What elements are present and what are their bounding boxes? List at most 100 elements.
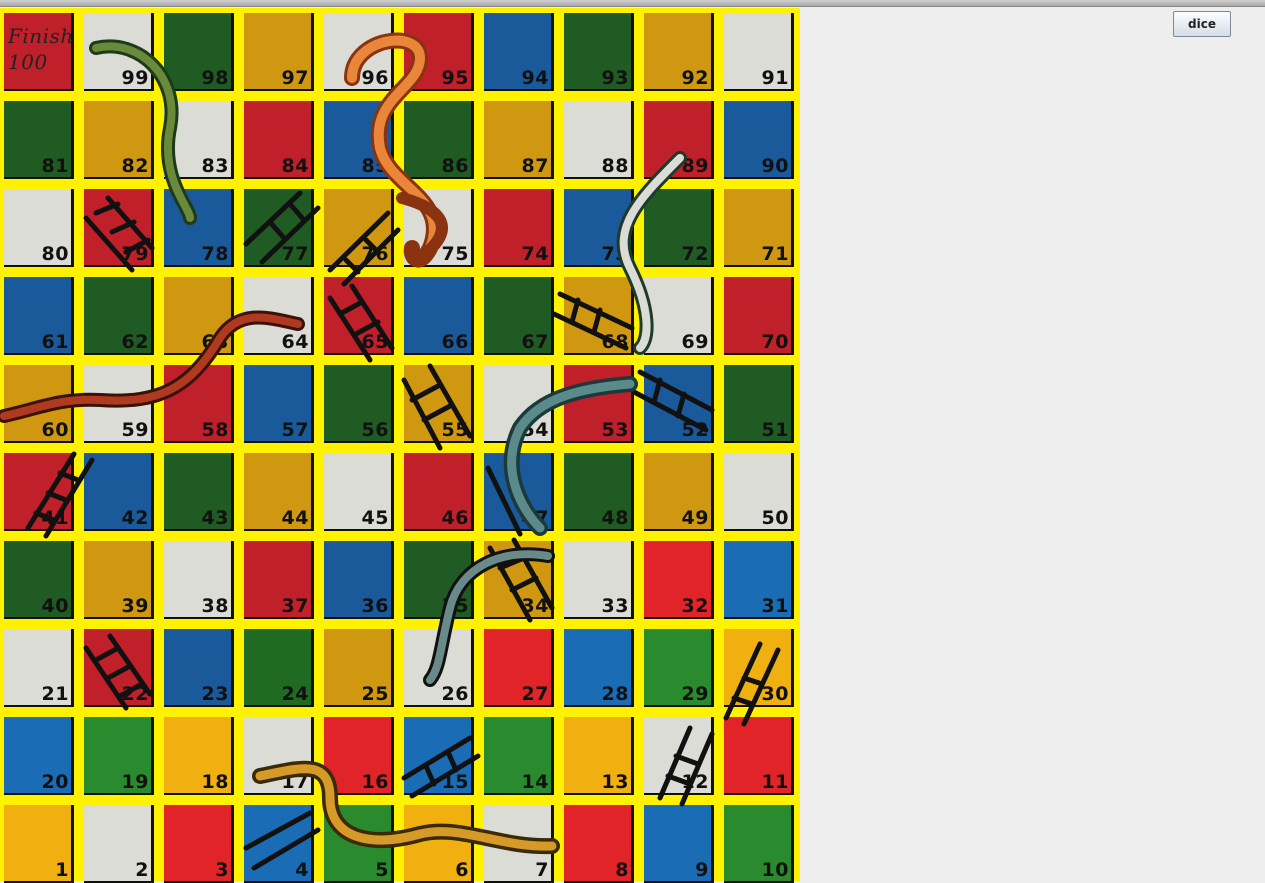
square-number: 23 [201,683,229,705]
square-number: 82 [121,155,149,177]
board-square-12: 12 [644,717,714,795]
board-square-72: 72 [644,189,714,267]
square-number: 63 [201,331,229,353]
square-number: 24 [281,683,309,705]
board-square-42: 42 [84,453,154,531]
board-square-68: 68 [564,277,634,355]
board-square-60: 60 [4,365,74,443]
board-square-26: 26 [404,629,474,707]
square-number: 78 [201,243,229,265]
board-square-20: 20 [4,717,74,795]
square-number: 58 [201,419,229,441]
board-square-95: 95 [404,13,474,91]
square-number: 35 [441,595,469,617]
board-square-4: 4 [244,805,314,883]
board-square-9: 9 [644,805,714,883]
square-number: 43 [201,507,229,529]
square-number: 87 [521,155,549,177]
board-square-44: 44 [244,453,314,531]
board-square-15: 15 [404,717,474,795]
square-number: 14 [521,771,549,793]
board-square-34: 34 [484,541,554,619]
board-square-69: 69 [644,277,714,355]
square-number: 6 [455,859,469,881]
square-number: 80 [41,243,69,265]
square-number: 59 [121,419,149,441]
square-number: 44 [281,507,309,529]
board-square-10: 10 [724,805,794,883]
square-number: 95 [441,67,469,89]
square-number: 66 [441,331,469,353]
square-number: 32 [681,595,709,617]
board-square-90: 90 [724,101,794,179]
board-square-31: 31 [724,541,794,619]
square-number: 4 [295,859,309,881]
board-square-91: 91 [724,13,794,91]
square-number: 7 [535,859,549,881]
square-number: 97 [281,67,309,89]
board-square-37: 37 [244,541,314,619]
board-square-50: 50 [724,453,794,531]
board-square-71: 71 [724,189,794,267]
board-square-93: 93 [564,13,634,91]
square-number: 38 [201,595,229,617]
square-number: 89 [681,155,709,177]
board-square-1: 1 [4,805,74,883]
square-number: 45 [361,507,389,529]
square-number: 75 [441,243,469,265]
square-number: 96 [361,67,389,89]
board-square-6: 6 [404,805,474,883]
board-square-23: 23 [164,629,234,707]
square-number: 1 [55,859,69,881]
square-number: 2 [135,859,149,881]
board-square-57: 57 [244,365,314,443]
board-square-36: 36 [324,541,394,619]
board-square-22: 22 [84,629,154,707]
square-number: 68 [601,331,629,353]
square-number: 27 [521,683,549,705]
board-square-52: 52 [644,365,714,443]
board-square-3: 3 [164,805,234,883]
square-number: Finish 100 [8,24,74,74]
square-number: 61 [41,331,69,353]
board-square-25: 25 [324,629,394,707]
square-number: 83 [201,155,229,177]
square-number: 40 [41,595,69,617]
square-number: 76 [361,243,389,265]
dice-button[interactable]: dice [1173,11,1231,37]
board-square-11: 11 [724,717,794,795]
board-square-48: 48 [564,453,634,531]
square-number: 41 [41,507,69,529]
board-square-62: 62 [84,277,154,355]
board-square-30: 30 [724,629,794,707]
square-number: 37 [281,595,309,617]
square-number: 90 [761,155,789,177]
board-square-59: 59 [84,365,154,443]
board-square-7: 7 [484,805,554,883]
square-number: 72 [681,243,709,265]
square-number: 65 [361,331,389,353]
square-number: 79 [121,243,149,265]
board-square-80: 80 [4,189,74,267]
square-number: 39 [121,595,149,617]
board-square-58: 58 [164,365,234,443]
board-square-33: 33 [564,541,634,619]
square-number: 73 [601,243,629,265]
board-square-49: 49 [644,453,714,531]
board-square-78: 78 [164,189,234,267]
board-square-67: 67 [484,277,554,355]
square-number: 64 [281,331,309,353]
square-number: 71 [761,243,789,265]
square-number: 10 [761,859,789,881]
board-square-86: 86 [404,101,474,179]
board-square-19: 19 [84,717,154,795]
square-number: 55 [441,419,469,441]
square-number: 21 [41,683,69,705]
square-number: 8 [615,859,629,881]
square-number: 22 [121,683,149,705]
board-square-29: 29 [644,629,714,707]
square-number: 42 [121,507,149,529]
board-square-85: 85 [324,101,394,179]
square-number: 57 [281,419,309,441]
board-square-66: 66 [404,277,474,355]
